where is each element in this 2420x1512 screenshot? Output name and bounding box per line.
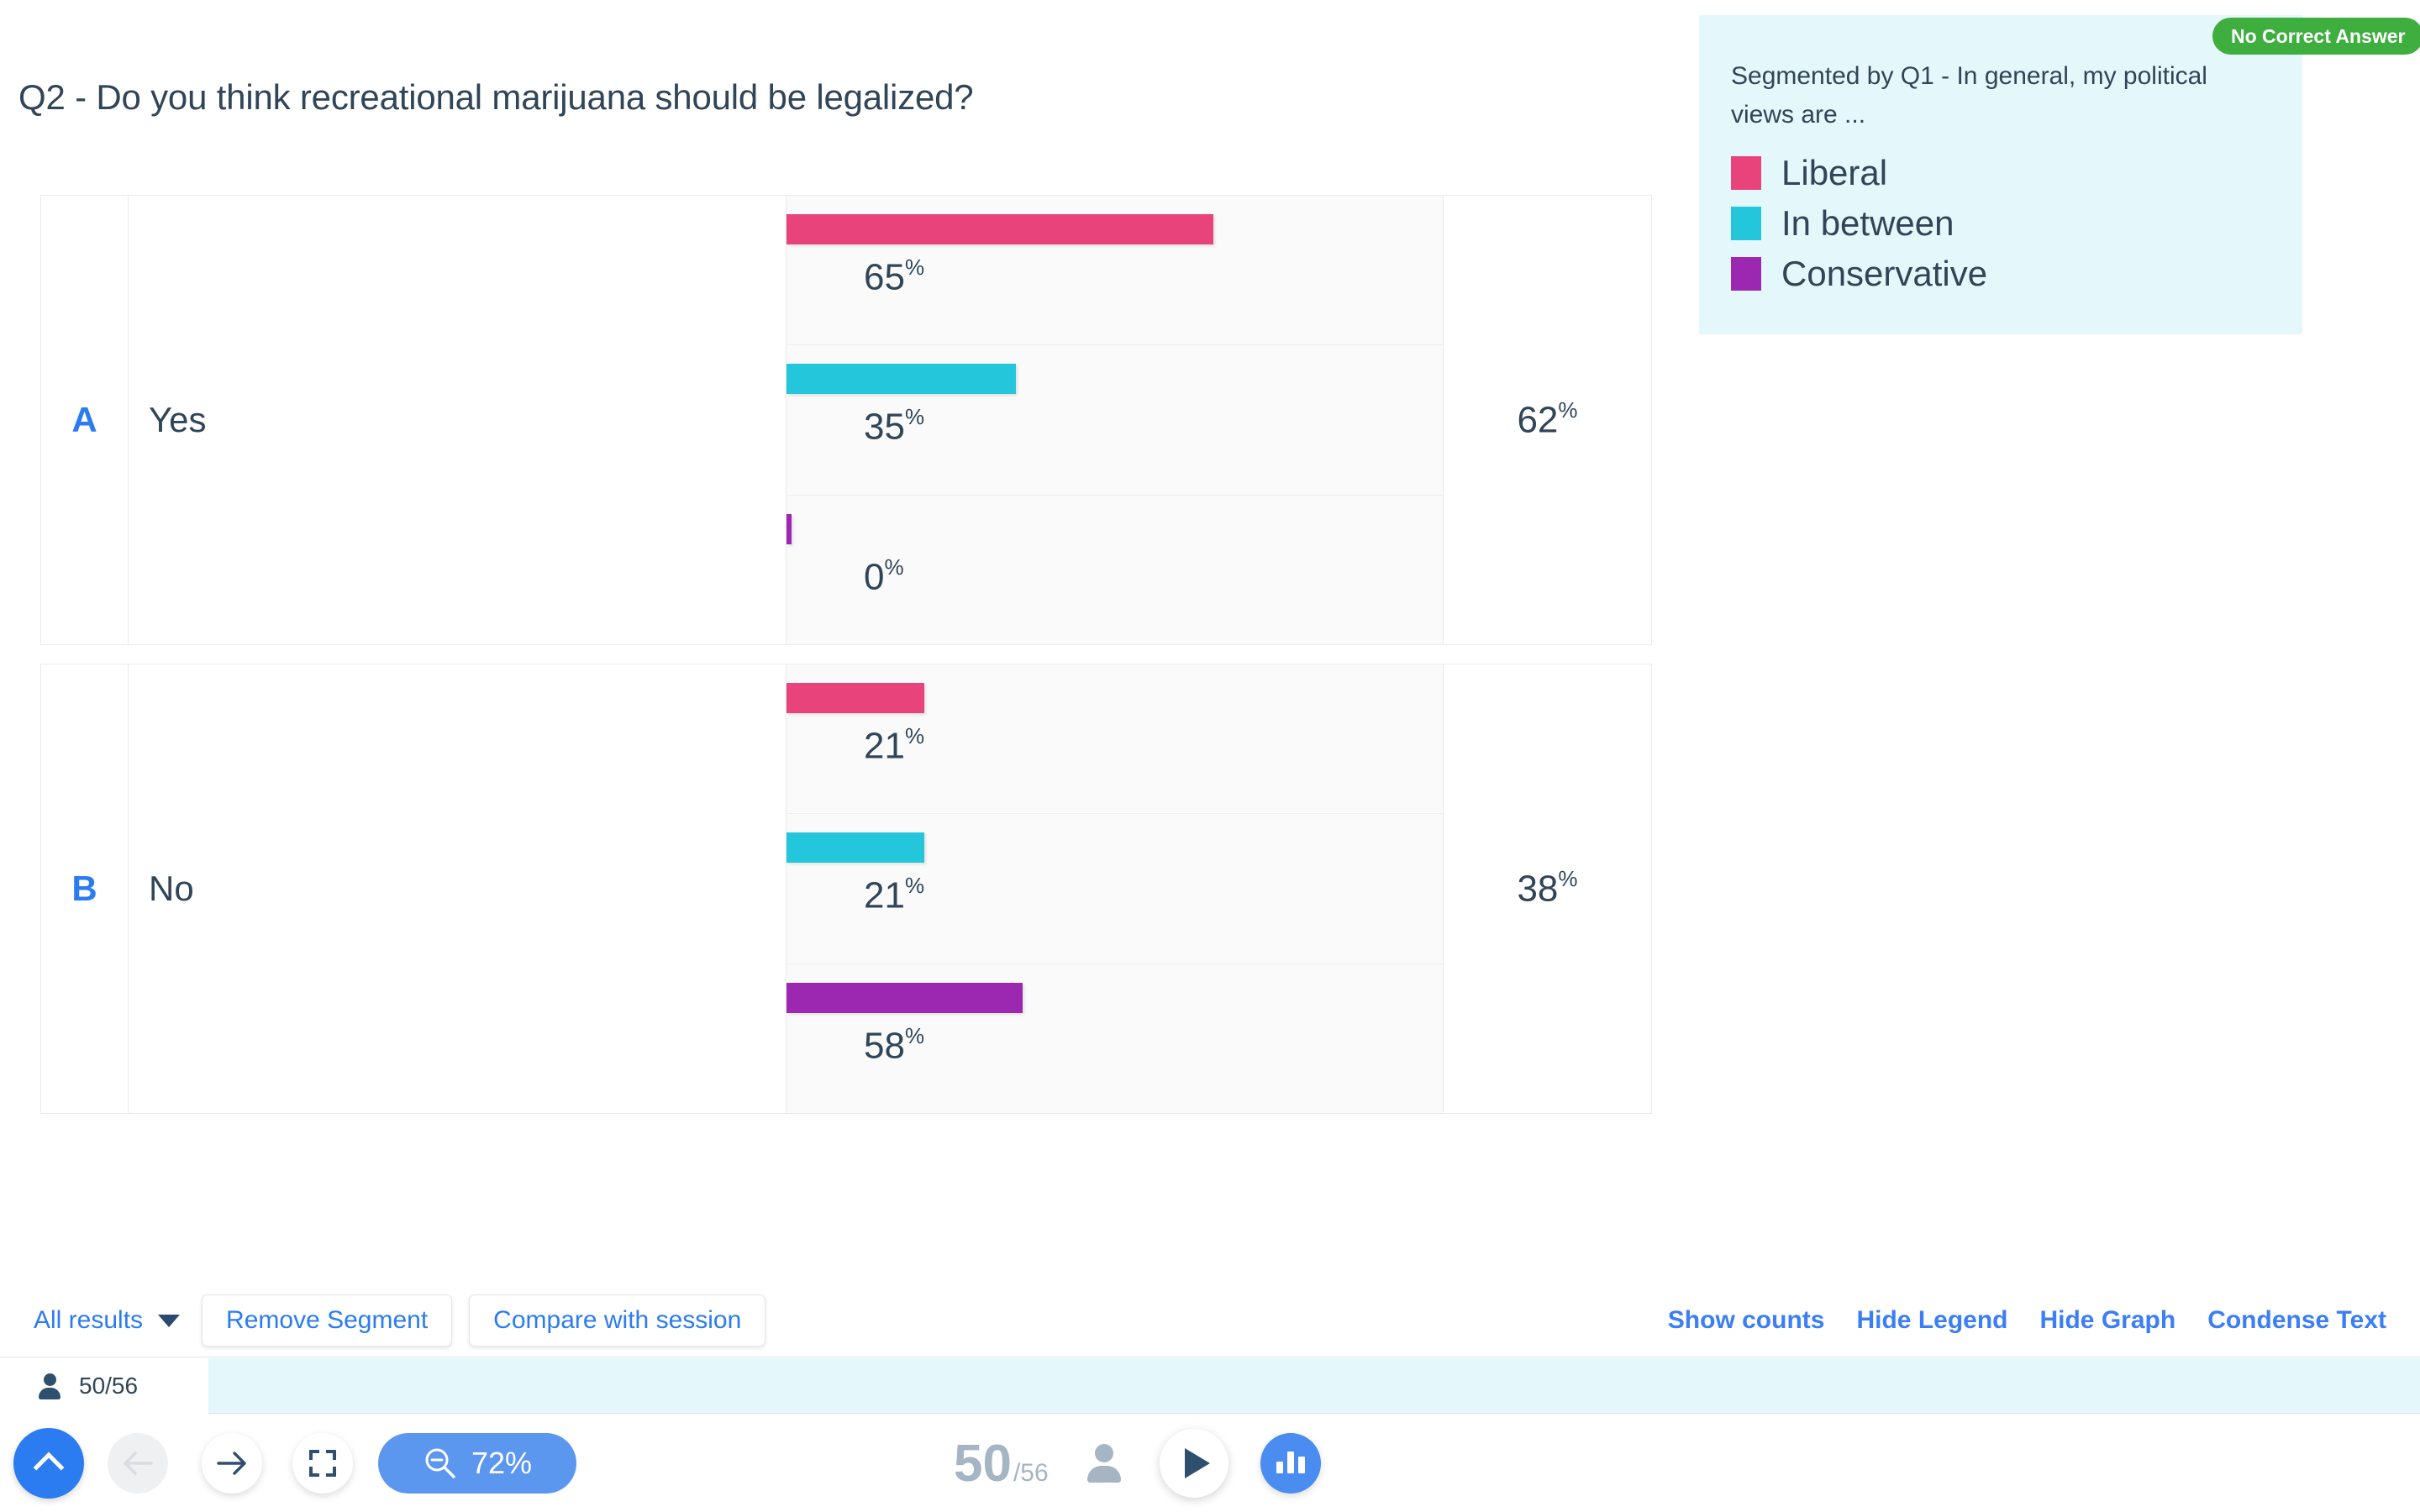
results-table: A Yes 65% 35% 0% 62% <box>40 195 1652 1132</box>
answer-total-cell: 38% <box>1444 664 1651 1113</box>
bar-fill-conservative <box>786 514 792 544</box>
collapse-panel-button[interactable] <box>13 1428 84 1499</box>
legend-label-liberal: Liberal <box>1781 153 1887 193</box>
answer-letter: B <box>71 869 97 909</box>
bar-value-in-between: 35% <box>864 406 924 449</box>
next-slide-button[interactable] <box>202 1433 262 1494</box>
percent-sign: % <box>1558 397 1577 423</box>
participant-counter: 50/56 <box>0 1358 208 1414</box>
show-counts-link[interactable]: Show counts <box>1668 1306 1825 1335</box>
segment-bar-conservative: 58% <box>786 964 1443 1113</box>
bar-value-liberal: 65% <box>864 256 924 299</box>
percent-sign: % <box>905 404 924 429</box>
segment-legend-panel: Segmented by Q1 - In general, my politic… <box>1699 15 2302 334</box>
show-chart-button[interactable] <box>1260 1433 1321 1494</box>
collapse-arrows-icon <box>309 1450 336 1477</box>
slide-current: 50 <box>954 1434 1012 1494</box>
answer-letter: A <box>71 400 97 440</box>
bar-chart-icon <box>1287 1452 1294 1473</box>
bar-value-liberal: 21% <box>864 725 924 768</box>
zoom-out-icon <box>423 1446 458 1481</box>
segment-bar-liberal: 21% <box>786 664 1443 814</box>
slide-total: /56 <box>1013 1459 1049 1488</box>
segment-bar-conservative: 0% <box>786 496 1443 644</box>
legend-swatch-liberal <box>1731 156 1761 190</box>
answer-bars-cell: 21% 21% 58% <box>786 664 1444 1113</box>
answer-text-cell: Yes <box>129 196 786 644</box>
results-screen: Q2 - Do you think recreational marijuana… <box>0 0 2420 1512</box>
legend-label-conservative: Conservative <box>1781 254 1987 294</box>
answer-label: Yes <box>149 400 207 440</box>
answer-letter-cell: A <box>41 196 129 644</box>
bar-fill-liberal <box>786 214 1213 244</box>
answer-total-value: 38% <box>1517 868 1577 911</box>
legend-item-in-between: In between <box>1731 198 1987 249</box>
percent-sign: % <box>905 255 924 280</box>
legend-heading: Segmented by Q1 - In general, my politic… <box>1731 57 2277 134</box>
bar-fill-liberal <box>786 683 924 713</box>
play-button[interactable] <box>1160 1429 1228 1498</box>
arrow-left-icon <box>122 1451 154 1476</box>
percent-sign: % <box>884 554 903 580</box>
hide-graph-link[interactable]: Hide Graph <box>2039 1306 2175 1335</box>
bar-fill-in-between <box>786 364 1016 394</box>
remove-segment-button[interactable]: Remove Segment <box>202 1294 452 1347</box>
previous-slide-button[interactable] <box>108 1433 168 1494</box>
toolbar-left-group: All results Remove Segment Compare with … <box>29 1284 765 1357</box>
answer-bars-cell: 65% 35% 0% <box>786 196 1444 644</box>
page-title: Q2 - Do you think recreational marijuana… <box>18 77 973 118</box>
play-icon <box>1185 1448 1210 1478</box>
segment-bar-in-between: 35% <box>786 345 1443 495</box>
fit-to-screen-button[interactable] <box>292 1433 353 1494</box>
percent-sign: % <box>905 1023 924 1048</box>
legend-swatch-in-between <box>1731 207 1761 240</box>
condense-text-link[interactable]: Condense Text <box>2207 1306 2386 1335</box>
segment-bar-liberal: 65% <box>786 196 1443 345</box>
participant-count-text: 50/56 <box>79 1373 138 1399</box>
answer-total-cell: 62% <box>1444 196 1651 644</box>
slide-counter: 50/56 <box>954 1434 1049 1494</box>
legend-swatch-conservative <box>1731 257 1761 291</box>
legend-item-conservative: Conservative <box>1731 249 1987 299</box>
percent-sign: % <box>905 873 924 898</box>
percent-sign: % <box>1558 866 1577 891</box>
toolbar-right-group: Show counts Hide Legend Hide Graph Conde… <box>1668 1284 2386 1357</box>
results-filter-dropdown[interactable]: All results <box>29 1303 185 1338</box>
person-icon <box>1087 1444 1121 1483</box>
answer-letter-cell: B <box>41 664 129 1113</box>
table-row[interactable]: A Yes 65% 35% 0% 62% <box>40 195 1652 645</box>
action-toolbar: All results Remove Segment Compare with … <box>0 1284 2420 1357</box>
results-filter-label: All results <box>34 1306 143 1335</box>
zoom-control-button[interactable]: 72% <box>378 1433 576 1494</box>
answer-text-cell: No <box>129 664 786 1113</box>
bar-fill-in-between <box>786 832 924 863</box>
answer-total-value: 62% <box>1517 399 1577 442</box>
percent-sign: % <box>905 723 924 748</box>
participant-progress-bar: 50/56 <box>0 1358 2420 1414</box>
chevron-down-icon <box>158 1315 180 1327</box>
hide-legend-link[interactable]: Hide Legend <box>1856 1306 2007 1335</box>
bar-chart-icon <box>1298 1457 1305 1473</box>
bar-value-conservative: 0% <box>864 556 904 599</box>
bar-value-in-between: 21% <box>864 874 924 917</box>
status-badge-no-correct-answer: No Correct Answer <box>2212 18 2420 55</box>
answer-label: No <box>149 869 194 909</box>
zoom-level-label: 72% <box>471 1446 532 1481</box>
person-icon <box>39 1373 60 1399</box>
bar-chart-icon <box>1276 1462 1283 1473</box>
bottom-control-bar: 72% 50/56 <box>0 1415 2420 1512</box>
arrow-right-icon <box>216 1451 248 1476</box>
legend-label-in-between: In between <box>1781 203 1954 244</box>
table-row[interactable]: B No 21% 21% 58% 38% <box>40 664 1652 1114</box>
legend-items: Liberal In between Conservative <box>1731 148 1987 299</box>
legend-item-liberal: Liberal <box>1731 148 1987 198</box>
chevron-up-icon <box>34 1452 65 1483</box>
compare-with-session-button[interactable]: Compare with session <box>469 1294 765 1347</box>
playback-controls: 50/56 <box>954 1428 1321 1499</box>
bar-fill-conservative <box>786 983 1023 1013</box>
bar-value-conservative: 58% <box>864 1025 924 1068</box>
segment-bar-in-between: 21% <box>786 814 1443 963</box>
